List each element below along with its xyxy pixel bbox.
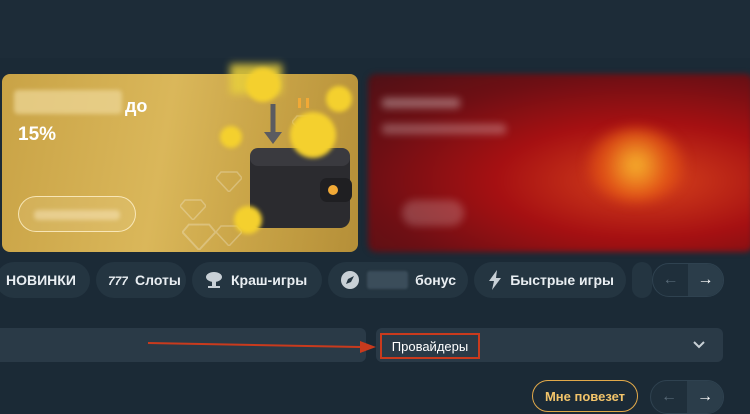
providers-label: Провайдеры bbox=[380, 333, 480, 359]
arrow-right-icon: → bbox=[697, 271, 714, 288]
pager-nav: ← → bbox=[650, 380, 724, 414]
coin-icon bbox=[326, 86, 352, 112]
category-crash-label: Краш-игры bbox=[231, 272, 308, 288]
banner-percent: 15% bbox=[18, 124, 57, 145]
category-fast-games[interactable]: Быстрые игры bbox=[474, 262, 626, 298]
blurred-text bbox=[382, 124, 506, 134]
coin-icon bbox=[220, 126, 242, 148]
blurred-button bbox=[402, 200, 464, 226]
blurred-text bbox=[382, 98, 460, 108]
777-icon: 777 bbox=[108, 270, 128, 290]
category-fast-games-label: Быстрые игры bbox=[510, 272, 614, 288]
category-prev-button[interactable]: ← bbox=[653, 264, 688, 296]
category-slots-label: Слоты bbox=[135, 272, 181, 288]
header-strip bbox=[0, 0, 750, 58]
arrow-left-icon: ← bbox=[662, 271, 679, 288]
coin-icon bbox=[234, 206, 262, 234]
arrow-down-icon bbox=[264, 104, 282, 144]
category-bonus[interactable]: бонус bbox=[328, 262, 468, 298]
blurred-text bbox=[367, 271, 409, 289]
sparkle-icon bbox=[298, 98, 309, 108]
category-bonus-label: бонус bbox=[415, 272, 456, 288]
mushroom-cloud-icon bbox=[204, 270, 224, 290]
chevron-down-icon bbox=[693, 341, 705, 349]
category-new-label: НОВИНКИ bbox=[6, 272, 76, 288]
diamond-icon bbox=[182, 223, 216, 250]
svg-text:777: 777 bbox=[108, 274, 128, 287]
category-next-button[interactable]: → bbox=[688, 264, 723, 296]
arrow-right-icon: → bbox=[697, 388, 713, 405]
category-more[interactable] bbox=[632, 262, 652, 298]
coin-icon bbox=[246, 68, 280, 102]
lightning-icon bbox=[486, 270, 503, 290]
category-nav: ← → bbox=[652, 263, 724, 297]
diamond-icon bbox=[180, 199, 206, 220]
blurred-artwork bbox=[588, 128, 684, 202]
category-slots[interactable]: 777 Слоты bbox=[96, 262, 186, 298]
arrow-left-icon: ← bbox=[661, 388, 677, 405]
pager-next-button[interactable]: → bbox=[687, 381, 723, 413]
coin-icon bbox=[290, 112, 336, 158]
pager-prev-button[interactable]: ← bbox=[651, 381, 687, 413]
blurred-text bbox=[34, 210, 120, 220]
category-new[interactable]: НОВИНКИ bbox=[0, 262, 90, 298]
blurred-text bbox=[14, 90, 122, 114]
banner-up-to-label: до bbox=[125, 96, 148, 116]
rocket-icon bbox=[340, 270, 360, 290]
lucky-button[interactable]: Мне повезет bbox=[532, 380, 638, 412]
annotation-arrow bbox=[148, 341, 376, 353]
category-crash[interactable]: Краш-игры bbox=[192, 262, 322, 298]
diamond-icon bbox=[216, 171, 242, 192]
